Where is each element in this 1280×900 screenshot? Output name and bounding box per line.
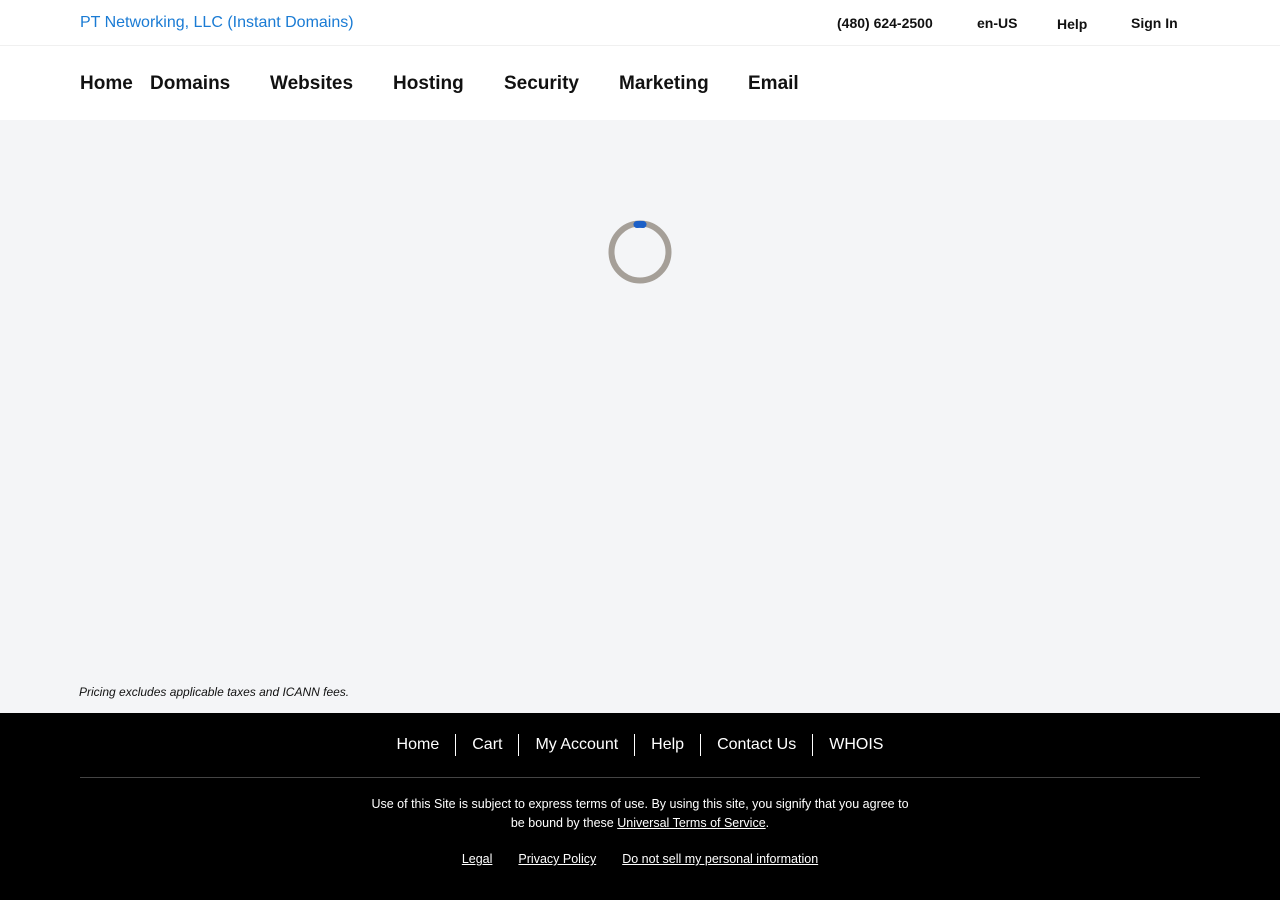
main-content: Pricing excludes applicable taxes and IC… bbox=[0, 120, 1280, 713]
footer-link-my-account[interactable]: My Account bbox=[518, 734, 634, 756]
terms-of-service-link[interactable]: Universal Terms of Service bbox=[617, 816, 765, 830]
nav-item-hosting[interactable]: Hosting bbox=[393, 73, 464, 95]
terms-suffix: . bbox=[765, 816, 770, 830]
nav-item-domains[interactable]: Domains bbox=[150, 73, 230, 95]
nav-item-email[interactable]: Email bbox=[748, 73, 799, 95]
spinner-track bbox=[608, 220, 672, 284]
footer-links: Home Cart My Account Help Contact Us WHO… bbox=[0, 734, 1280, 756]
nav-item-security[interactable]: Security bbox=[504, 73, 579, 95]
main-nav: Home Domains Websites Hosting Security M… bbox=[0, 46, 1280, 120]
do-not-sell-link[interactable]: Do not sell my personal information bbox=[622, 850, 818, 868]
legal-link[interactable]: Legal bbox=[462, 850, 493, 868]
help-link[interactable]: Help bbox=[1057, 15, 1087, 33]
phone-link[interactable]: (480) 624-2500 bbox=[837, 14, 933, 32]
footer-link-home[interactable]: Home bbox=[381, 734, 456, 756]
sign-in-button[interactable]: Sign In bbox=[1131, 14, 1178, 32]
nav-item-websites[interactable]: Websites bbox=[270, 73, 353, 95]
terms-text: Use of this Site is subject to express t… bbox=[370, 795, 910, 833]
spinner-icon bbox=[608, 220, 672, 284]
footer: Home Cart My Account Help Contact Us WHO… bbox=[0, 713, 1280, 900]
brand-link[interactable]: PT Networking, LLC (Instant Domains) bbox=[80, 13, 354, 33]
footer-link-cart[interactable]: Cart bbox=[455, 734, 518, 756]
footer-link-help[interactable]: Help bbox=[634, 734, 700, 756]
footer-link-whois[interactable]: WHOIS bbox=[812, 734, 899, 756]
privacy-policy-link[interactable]: Privacy Policy bbox=[518, 850, 596, 868]
nav-item-home[interactable]: Home bbox=[80, 73, 133, 95]
footer-divider bbox=[80, 777, 1200, 778]
footer-link-contact-us[interactable]: Contact Us bbox=[700, 734, 812, 756]
utility-bar: PT Networking, LLC (Instant Domains) (48… bbox=[0, 0, 1280, 46]
locale-selector[interactable]: en-US bbox=[977, 14, 1017, 32]
pricing-note: Pricing excludes applicable taxes and IC… bbox=[79, 685, 350, 699]
legal-links: Legal Privacy Policy Do not sell my pers… bbox=[0, 850, 1280, 868]
nav-item-marketing[interactable]: Marketing bbox=[619, 73, 709, 95]
